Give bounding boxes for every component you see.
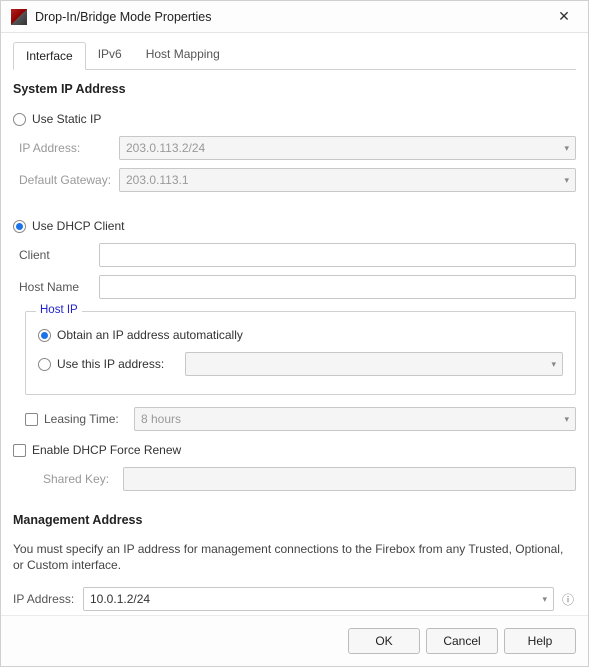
host-ip-group-title: Host IP xyxy=(36,304,82,316)
tab-interface[interactable]: Interface xyxy=(13,42,86,70)
gateway-label: Default Gateway: xyxy=(19,173,119,187)
dialog-window: Drop-In/Bridge Mode Properties ✕ Interfa… xyxy=(0,0,589,667)
dhcp-client-label: Use DHCP Client xyxy=(32,219,124,233)
chevron-down-icon: ▾ xyxy=(542,594,547,605)
force-renew-row[interactable]: Enable DHCP Force Renew xyxy=(13,443,576,457)
ip-address-combo: 203.0.113.2/24 ▾ xyxy=(119,136,576,160)
cancel-button[interactable]: Cancel xyxy=(426,628,498,654)
chevron-down-icon: ▾ xyxy=(564,175,569,186)
static-ip-radio-row[interactable]: Use Static IP xyxy=(13,112,576,126)
static-ip-radio[interactable] xyxy=(13,113,26,126)
tab-strip: Interface IPv6 Host Mapping xyxy=(13,41,576,70)
chevron-down-icon: ▾ xyxy=(551,359,556,370)
host-ip-group: Host IP Obtain an IP address automatical… xyxy=(25,311,576,395)
leasing-time-label: Leasing Time: xyxy=(44,412,134,426)
tab-ipv6[interactable]: IPv6 xyxy=(86,41,134,69)
management-ip-label: IP Address: xyxy=(13,592,83,606)
static-gateway-row: Default Gateway: 203.0.113.1 ▾ xyxy=(19,168,576,192)
client-label: Client xyxy=(19,248,99,262)
ip-address-label: IP Address: xyxy=(19,141,119,155)
client-row: Client xyxy=(19,243,576,267)
titlebar: Drop-In/Bridge Mode Properties ✕ xyxy=(1,1,588,33)
app-icon xyxy=(11,9,27,25)
host-ip-manual-row[interactable]: Use this IP address: ▾ xyxy=(38,352,563,376)
gateway-combo: 203.0.113.1 ▾ xyxy=(119,168,576,192)
management-description: You must specify an IP address for manag… xyxy=(13,541,576,573)
host-ip-auto-label: Obtain an IP address automatically xyxy=(57,328,243,342)
host-ip-manual-radio[interactable] xyxy=(38,358,51,371)
content-area: Interface IPv6 Host Mapping System IP Ad… xyxy=(1,33,588,615)
force-renew-checkbox[interactable] xyxy=(13,444,26,457)
shared-key-label: Shared Key: xyxy=(43,472,123,486)
host-ip-auto-row[interactable]: Obtain an IP address automatically xyxy=(38,328,563,342)
static-ip-address-row: IP Address: 203.0.113.2/24 ▾ xyxy=(19,136,576,160)
tab-host-mapping[interactable]: Host Mapping xyxy=(134,41,232,69)
close-icon[interactable]: ✕ xyxy=(550,6,578,28)
ip-address-value: 203.0.113.2/24 xyxy=(126,141,205,155)
window-title: Drop-In/Bridge Mode Properties xyxy=(35,10,550,24)
client-input[interactable] xyxy=(99,243,576,267)
leasing-time-value: 8 hours xyxy=(141,412,181,426)
hostname-label: Host Name xyxy=(19,280,99,294)
leasing-time-row: Leasing Time: 8 hours ▾ xyxy=(25,407,576,431)
host-ip-manual-combo: ▾ xyxy=(185,352,563,376)
ok-button[interactable]: OK xyxy=(348,628,420,654)
chevron-down-icon: ▾ xyxy=(564,414,569,425)
force-renew-label: Enable DHCP Force Renew xyxy=(32,443,181,457)
management-ip-row: IP Address: 10.0.1.2/24 ▾ ⓘ xyxy=(13,587,576,611)
info-icon[interactable]: ⓘ xyxy=(560,591,576,607)
gateway-value: 203.0.113.1 xyxy=(126,173,189,187)
dhcp-client-radio[interactable] xyxy=(13,220,26,233)
management-heading: Management Address xyxy=(13,513,576,527)
hostname-row: Host Name xyxy=(19,275,576,299)
shared-key-row: Shared Key: xyxy=(43,467,576,491)
static-ip-label: Use Static IP xyxy=(32,112,101,126)
hostname-input[interactable] xyxy=(99,275,576,299)
leasing-time-checkbox[interactable] xyxy=(25,413,38,426)
management-ip-combo[interactable]: 10.0.1.2/24 ▾ xyxy=(83,587,554,611)
shared-key-input xyxy=(123,467,576,491)
button-bar: OK Cancel Help xyxy=(1,615,588,666)
host-ip-auto-radio[interactable] xyxy=(38,329,51,342)
system-ip-heading: System IP Address xyxy=(13,82,576,96)
leasing-time-combo: 8 hours ▾ xyxy=(134,407,576,431)
dhcp-client-radio-row[interactable]: Use DHCP Client xyxy=(13,219,576,233)
management-ip-value: 10.0.1.2/24 xyxy=(90,592,150,606)
chevron-down-icon: ▾ xyxy=(564,143,569,154)
host-ip-manual-label: Use this IP address: xyxy=(57,357,177,371)
help-button[interactable]: Help xyxy=(504,628,576,654)
